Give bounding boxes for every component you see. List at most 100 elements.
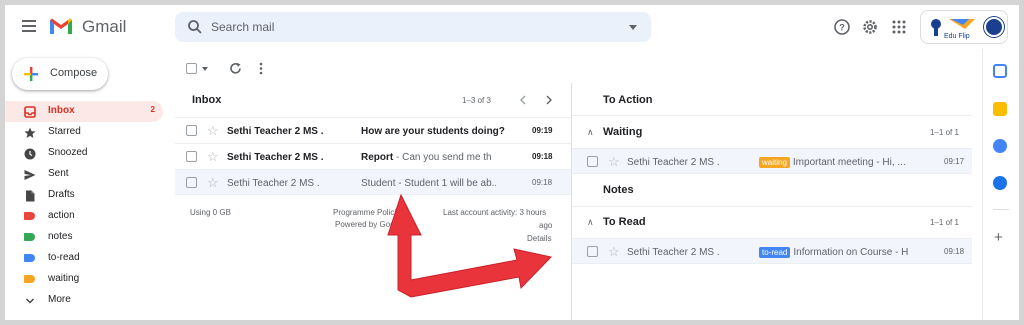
star-icon[interactable]: ☆ [207,175,219,191]
side-panel-rail: + [982,49,1019,320]
to-action-title: To Action [603,94,653,106]
plus-icon [24,67,38,81]
refresh-icon[interactable] [229,62,242,75]
email-row[interactable]: ☆ Sethi Teacher 2 MS . Student - Student… [175,169,571,195]
sidebar-item-label: Snoozed [48,147,88,158]
gmail-window: Gmail ? [5,5,1019,320]
row-checkbox[interactable] [186,151,197,162]
sender-name: Sethi Teacher 2 MS . [627,247,720,258]
sidebar-item-starred[interactable]: Starred [5,122,163,143]
email-subject: How are your students doing? [361,126,505,137]
sender-name: Sethi Teacher 2 MS . [227,178,320,189]
divider [572,115,972,116]
multiple-inbox-pane: To Action ∧ Waiting 1–1 of 1 ☆ Sethi Tea… [572,83,972,320]
chevron-left-icon[interactable] [519,95,527,105]
account-switcher[interactable]: Edu Flip [920,10,1008,44]
apps-icon[interactable] [890,18,908,36]
chevron-up-icon[interactable]: ∧ [587,127,594,138]
sidebar-item-snoozed[interactable]: Snoozed [5,143,163,164]
clock-icon [24,148,36,160]
edu-logo-text: Edu Flip [944,33,970,40]
label-badge: waiting [759,157,790,168]
notes-title: Notes [603,184,634,196]
label-icon [24,254,35,262]
eduflip-logo-icon: Edu Flip [931,19,975,40]
sidebar-item-label: action [48,210,75,221]
email-subject: waiting Important meeting - Hi, ... [759,157,909,168]
chevron-right-icon[interactable] [545,95,553,105]
row-checkbox[interactable] [587,246,598,257]
details-link[interactable]: Details [527,234,551,243]
sidebar-item-label: Drafts [48,189,75,200]
contacts-icon[interactable] [993,176,1007,190]
email-time: 09:17 [944,157,965,166]
more-options-icon[interactable] [258,62,264,75]
last-activity-text-cont: ago [539,221,553,230]
sidebar-item-action[interactable]: action [5,206,163,227]
sidebar-item-drafts[interactable]: Drafts [5,185,163,206]
search-options-icon[interactable] [629,25,637,30]
email-row[interactable]: ☆ Sethi Teacher 2 MS . waiting Important … [572,148,972,174]
sidebar-item-label: More [48,294,71,305]
sidebar-item-label: to-read [48,252,80,263]
app-name: Gmail [82,17,127,36]
sidebar-item-notes[interactable]: notes [5,227,163,248]
programme-policies-link[interactable]: Programme Policies [333,208,405,217]
row-checkbox[interactable] [587,156,598,167]
gmail-logo-icon[interactable] [49,17,73,35]
help-icon[interactable]: ? [833,18,851,36]
sidebar-item-sent[interactable]: Sent [5,164,163,185]
email-row[interactable]: ☆ Sethi Teacher 2 MS . to-read Informatio… [572,238,972,264]
email-time: 09:18 [944,247,965,256]
label-badge: to-read [759,247,791,258]
star-icon[interactable]: ☆ [608,154,620,170]
mail-toolbar [175,53,975,79]
star-icon[interactable]: ☆ [207,123,219,139]
settings-icon[interactable] [861,18,879,36]
row-checkbox[interactable] [186,125,197,136]
divider [572,206,972,207]
sidebar-item-label: Inbox [48,105,75,116]
draft-icon [26,190,35,202]
search-input[interactable] [211,12,611,42]
sidebar-item-label: Starred [48,126,81,137]
chevron-up-icon[interactable]: ∧ [587,217,594,228]
sidebar-item-inbox[interactable]: Inbox 2 [5,101,163,122]
sidebar-nav: Inbox 2 Starred Snoozed Sent Drafts acti… [5,101,165,311]
label-icon [24,212,35,220]
sidebar-item-more[interactable]: More [5,290,163,311]
email-time: 09:19 [532,126,553,135]
search-icon[interactable] [187,19,203,35]
calendar-icon[interactable] [993,64,1007,78]
search-bar[interactable] [175,12,651,42]
select-dropdown-icon[interactable] [202,67,208,71]
keep-icon[interactable] [993,102,1007,116]
tasks-icon[interactable] [993,139,1007,153]
star-icon [24,127,36,138]
compose-button[interactable]: Compose [12,58,108,90]
sidebar-item-label: notes [48,231,73,242]
add-addon-icon[interactable]: + [994,229,1003,246]
avatar[interactable] [984,17,1004,37]
email-subject: Report - Can you send me th... [361,152,491,163]
to-read-title: To Read [603,216,646,228]
inbox-title: Inbox [192,94,222,106]
menu-icon[interactable] [19,17,39,37]
sender-name: Sethi Teacher 2 MS . [627,157,720,168]
unread-count: 2 [150,105,155,114]
email-row[interactable]: ☆ Sethi Teacher 2 MS . How are your stud… [175,117,571,143]
send-icon [24,170,36,180]
star-icon[interactable]: ☆ [207,149,219,165]
pager-text: 1–3 of 3 [462,96,491,105]
email-subject: Student - Student 1 will be ab... [361,178,496,189]
email-row[interactable]: ☆ Sethi Teacher 2 MS . Report - Can you … [175,143,571,169]
star-icon[interactable]: ☆ [608,244,620,260]
sidebar-item-to-read[interactable]: to-read [5,248,163,269]
sidebar-item-waiting[interactable]: waiting [5,269,163,290]
sidebar-item-label: Sent [48,168,69,179]
row-checkbox[interactable] [186,177,197,188]
pager-text: 1–1 of 1 [930,218,959,227]
storage-usage: Using 0 GB [190,208,231,217]
sidebar-item-label: waiting [48,273,80,284]
select-all-checkbox[interactable] [186,63,197,74]
